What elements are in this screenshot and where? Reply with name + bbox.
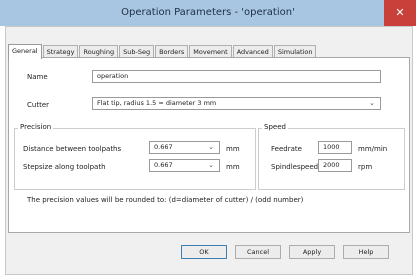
chevron-down-icon: ⌄ (208, 161, 214, 169)
distance-label: Distance between toolpaths (23, 145, 122, 153)
distance-unit: mm (226, 145, 240, 153)
stepsize-value: 0.667 (154, 161, 173, 169)
stepsize-unit: mm (226, 163, 240, 171)
distance-value: 0.667 (154, 143, 173, 151)
general-tab-panel: Name operation Cutter Flat tip, radius 1… (8, 57, 410, 233)
dialog-window: Operation Parameters - 'operation' ✕ Gen… (0, 0, 416, 278)
feedrate-unit: mm/min (358, 145, 388, 153)
title-bar[interactable]: Operation Parameters - 'operation' ✕ (0, 0, 416, 26)
close-icon[interactable]: ✕ (384, 0, 416, 26)
stepsize-combo[interactable]: 0.667 ⌄ (149, 159, 220, 172)
feedrate-label: Feedrate (271, 145, 302, 153)
cutter-label: Cutter (27, 101, 49, 109)
help-button[interactable]: Help (343, 245, 389, 259)
speed-group-title: Speed (262, 123, 288, 131)
name-label: Name (27, 73, 48, 81)
chevron-down-icon: ⌄ (369, 99, 375, 107)
ok-button[interactable]: OK (181, 245, 227, 259)
spindlespeed-label: Spindlespeed (271, 163, 319, 171)
cutter-select-value: Flat tip, radius 1.5 = diameter 3 mm (97, 99, 217, 107)
window-title: Operation Parameters - 'operation' (121, 7, 295, 18)
precision-group-title: Precision (18, 123, 54, 131)
stepsize-label: Stepsize along toolpath (23, 163, 106, 171)
cutter-select[interactable]: Flat tip, radius 1.5 = diameter 3 mm ⌄ (92, 97, 381, 110)
tab-bar: General Strategy Roughing Sub-Seg Border… (8, 44, 317, 59)
cancel-button[interactable]: Cancel (235, 245, 281, 259)
rounding-note: The precision values will be rounded to:… (27, 196, 304, 204)
apply-button[interactable]: Apply (289, 245, 335, 259)
name-input[interactable]: operation (92, 70, 381, 83)
tab-general[interactable]: General (8, 44, 42, 59)
spindlespeed-unit: rpm (358, 163, 373, 171)
chevron-down-icon: ⌄ (208, 143, 214, 151)
feedrate-input[interactable]: 1000 (318, 141, 352, 154)
distance-combo[interactable]: 0.667 ⌄ (149, 141, 220, 154)
spindlespeed-input[interactable]: 2000 (318, 159, 352, 172)
